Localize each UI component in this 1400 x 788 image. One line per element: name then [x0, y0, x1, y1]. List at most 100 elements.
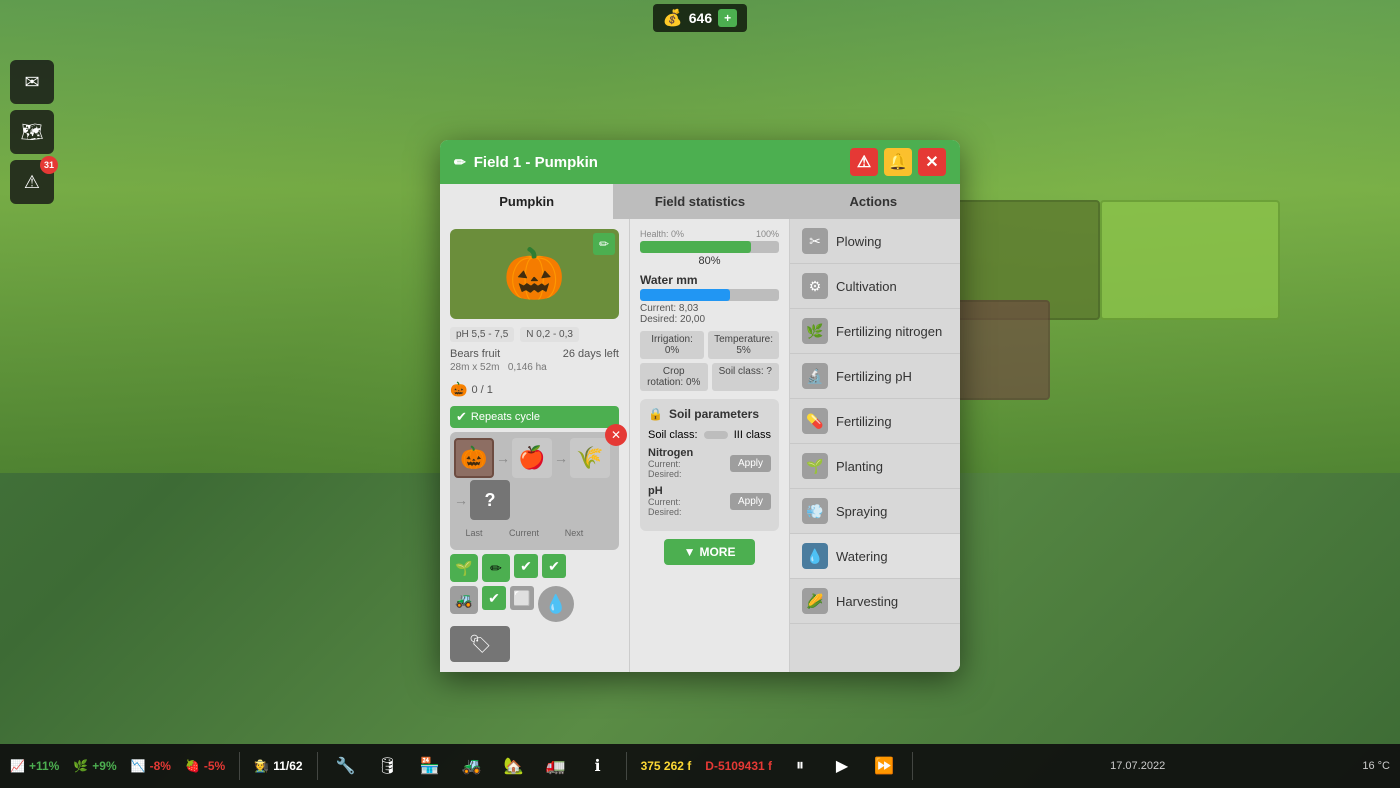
bell-button[interactable]: 🔔	[884, 148, 912, 176]
health-min-label: Health: 0%	[640, 229, 684, 239]
tractor-btn[interactable]: 🚜	[450, 586, 478, 614]
stat-value-2: -8%	[150, 759, 171, 773]
left-hud: ✉ 🗺 ⚠ 31	[10, 60, 54, 204]
harvesting-icon: 🌽	[802, 588, 828, 614]
rotation-cycle: 🎃 → 🍎 → 🌾 → ?	[454, 438, 615, 520]
more-chevron-icon: ▼	[684, 545, 696, 559]
checkbox-1[interactable]: ✔	[514, 554, 538, 578]
health-value: 80%	[640, 255, 779, 267]
action-fertilizing-ph[interactable]: 🔬 Fertilizing pH	[790, 354, 960, 399]
sell-row: 🏷	[450, 626, 619, 662]
more-button[interactable]: ▼ MORE	[664, 539, 756, 565]
nitrogen-apply-button[interactable]: Apply	[730, 455, 771, 472]
add-currency-button[interactable]: +	[718, 9, 737, 27]
days-left-label: 26 days left	[563, 348, 619, 360]
pause-button[interactable]: ⏸	[786, 752, 814, 780]
rotation-arrow-3: →	[454, 492, 468, 508]
crop-emoji: 🎃	[503, 245, 565, 304]
bottom-btn-tractor[interactable]: 🚜	[458, 752, 486, 780]
more-btn-container: ▼ MORE	[640, 531, 779, 565]
field-bg-2	[1100, 200, 1280, 320]
crop-edit-button[interactable]: ✏	[593, 233, 615, 255]
rotation-arrow-1: →	[496, 450, 510, 466]
rotation-item-1[interactable]: 🍎	[512, 438, 552, 478]
edit-action-btn[interactable]: ✏	[482, 554, 510, 582]
ph-apply-button[interactable]: Apply	[730, 493, 771, 510]
sub-stat-irrigation: Irrigation: 0%	[640, 331, 704, 359]
action-row-2: 🚜 ✔ ⬜ 💧	[450, 586, 619, 622]
sub-stat-soil-class: Soil class: ?	[712, 363, 780, 391]
action-harvesting[interactable]: 🌽 Harvesting	[790, 579, 960, 624]
bottom-btn-field[interactable]: 🏡	[500, 752, 528, 780]
bottom-stat-workers: 🧑‍🌾 11/62	[254, 759, 302, 773]
health-bar	[640, 241, 779, 253]
action-fertilizing-nitrogen[interactable]: 🌿 Fertilizing nitrogen	[790, 309, 960, 354]
dialog-title: Field 1 - Pumpkin	[474, 154, 598, 171]
health-max-label: 100%	[756, 229, 779, 239]
warning-button[interactable]: ⚠	[850, 148, 878, 176]
action-planting[interactable]: 🌱 Planting	[790, 444, 960, 489]
water-mm-label: Water mm	[640, 273, 779, 287]
sub-stats-row-1: Irrigation: 0% Temperature: 5%	[640, 331, 779, 359]
soil-section-header: 🔒 Soil parameters	[648, 407, 771, 421]
more-label: MORE	[699, 545, 735, 559]
rotation-item-3[interactable]: ?	[470, 480, 510, 520]
bottom-btn-oil[interactable]: 🛢	[374, 752, 402, 780]
crop-counter: 🎃 0 / 1	[450, 381, 619, 398]
bears-fruit-label: Bears fruit	[450, 348, 500, 360]
water-btn[interactable]: 💧	[538, 586, 574, 622]
fertilizing-nitrogen-icon: 🌿	[802, 318, 828, 344]
action-plowing[interactable]: ✂ Plowing	[790, 219, 960, 264]
cultivation-icon: ⚙	[802, 273, 828, 299]
left-panel: 🎃 ✏ pH 5,5 - 7,5 N 0,2 - 0,3 Bears fruit…	[440, 219, 630, 672]
bottom-stat-0: 📈 +11%	[10, 759, 59, 773]
checkbox-2[interactable]: ✔	[542, 554, 566, 578]
bottom-btn-tools[interactable]: 🔧	[332, 752, 360, 780]
water-current: Current: 8,03	[640, 303, 779, 314]
bottom-btn-info[interactable]: ℹ	[584, 752, 612, 780]
tab-pumpkin[interactable]: Pumpkin	[440, 184, 613, 219]
rotation-item-0[interactable]: 🎃	[454, 438, 494, 478]
bottom-deficit: D-5109431 f	[705, 759, 772, 773]
tab-field-statistics[interactable]: Field statistics	[613, 184, 786, 219]
bottom-stat-2: 📉 -8%	[131, 759, 171, 773]
stat-icon-1: 🌿	[73, 759, 88, 773]
plant-action-btn[interactable]: 🌱	[450, 554, 478, 582]
action-spraying[interactable]: 💨 Spraying	[790, 489, 960, 534]
fast-forward-button[interactable]: ⏩	[870, 752, 898, 780]
play-button[interactable]: ▶	[828, 752, 856, 780]
ph-desired: Desired:	[648, 507, 718, 517]
watering-icon: 💧	[802, 543, 828, 569]
bottom-btn-market[interactable]: 🏪	[416, 752, 444, 780]
rotation-arrow-2: →	[554, 450, 568, 466]
currency-value: 646	[689, 10, 712, 26]
health-pct-labels: Health: 0% 100%	[640, 229, 779, 239]
divider-3	[626, 752, 627, 780]
top-hud: 💰 646 +	[0, 0, 1400, 36]
planting-icon: 🌱	[802, 453, 828, 479]
divider-4	[912, 752, 913, 780]
rotation-wrapper: ✕ 🎃 → 🍎 → 🌾 → ? Last Current Next	[450, 432, 619, 550]
nitrogen-current: Current:	[648, 459, 718, 469]
plowing-icon: ✂	[802, 228, 828, 254]
action-watering[interactable]: 💧 Watering	[790, 534, 960, 579]
fertilizing-label: Fertilizing	[836, 414, 892, 429]
crop-image-box: 🎃 ✏	[450, 229, 619, 319]
alert-button[interactable]: ⚠ 31	[10, 160, 54, 204]
action-cultivation[interactable]: ⚙ Cultivation	[790, 264, 960, 309]
actions-panel: ✂ Plowing ⚙ Cultivation 🌿 Fertilizing ni…	[790, 219, 960, 672]
rotation-item-2[interactable]: 🌾	[570, 438, 610, 478]
cycle-close-button[interactable]: ✕	[605, 424, 627, 446]
checkbox-3[interactable]: ✔	[482, 586, 506, 610]
spraying-label: Spraying	[836, 504, 887, 519]
sell-btn[interactable]: 🏷	[450, 626, 510, 662]
mail-button[interactable]: ✉	[10, 60, 54, 104]
repeats-cycle-label: Repeats cycle	[471, 411, 540, 423]
checkbox-4[interactable]: ⬜	[510, 586, 534, 610]
bottom-btn-vehicles[interactable]: 🚛	[542, 752, 570, 780]
action-fertilizing[interactable]: 💊 Fertilizing	[790, 399, 960, 444]
tab-actions[interactable]: Actions	[787, 184, 960, 219]
close-button[interactable]: ✕	[918, 148, 946, 176]
dialog-header: ✏ Field 1 - Pumpkin ⚠ 🔔 ✕	[440, 140, 960, 184]
layers-button[interactable]: 🗺	[10, 110, 54, 154]
